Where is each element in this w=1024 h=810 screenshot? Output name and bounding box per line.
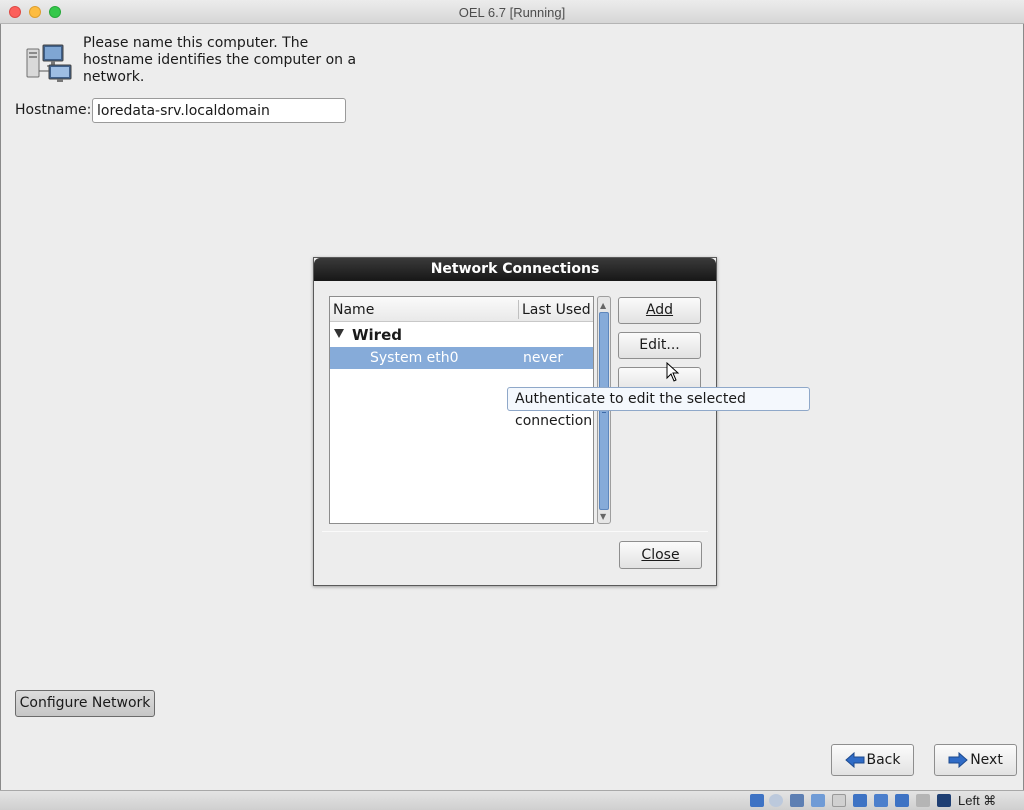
connection-name: System eth0 [370,350,459,366]
shared-folders-icon[interactable] [853,794,867,807]
window-title-bar: OEL 6.7 [Running] [0,0,1024,24]
usb-icon[interactable] [832,794,846,807]
add-button[interactable]: Add [618,297,701,324]
group-row-wired[interactable]: Wired [330,324,593,346]
display-icon[interactable] [874,794,888,807]
optical-drive-icon[interactable] [769,794,783,807]
connection-last-used: never [523,350,564,366]
close-button[interactable]: Close [619,541,702,569]
back-button[interactable]: Back [831,744,914,776]
hostname-input[interactable] [92,98,346,123]
configure-network-button[interactable]: Configure Network [15,690,155,717]
vm-status-bar: Left ⌘ [0,790,1024,810]
scroll-up-arrow-icon[interactable]: ▲ [600,301,606,310]
edit-button-label: Edit... [639,337,680,353]
next-arrow-icon [948,752,968,768]
next-button[interactable]: Next [934,744,1017,776]
window-title: OEL 6.7 [Running] [458,5,566,20]
back-button-label: Back [866,752,901,768]
guest-screen: Please name this computer. The hostname … [0,24,1024,790]
mouse-integration-icon[interactable] [937,794,951,807]
close-button-label: Close [641,547,680,563]
network-icon[interactable] [811,794,825,807]
back-arrow-icon [844,752,864,768]
dialog-title: Network Connections [314,258,716,281]
scrollbar-thumb[interactable] [599,312,609,510]
column-header-name[interactable]: Name [333,302,374,318]
connection-row-eth0[interactable]: System eth0 never [330,347,593,369]
host-key-label: Left ⌘ [958,793,997,808]
group-label: Wired [352,326,402,344]
column-header-last-used[interactable]: Last Used [522,302,591,318]
edit-button[interactable]: Edit... [618,332,701,359]
network-computers-icon [26,44,72,82]
configure-network-label: Configure Network [19,695,151,711]
list-header: Name Last Used [330,297,593,322]
add-button-label: Add [645,302,674,318]
dialog-separator [322,531,708,532]
mouse-pointer-icon [666,362,680,382]
column-separator [518,300,519,319]
expander-triangle-icon[interactable] [334,329,344,338]
hostname-label: Hostname: [15,102,92,118]
hostname-intro-text: Please name this computer. The hostname … [83,35,357,85]
audio-icon[interactable] [790,794,804,807]
video-capture-icon[interactable] [895,794,909,807]
next-button-label: Next [970,752,1003,768]
scroll-down-arrow-icon[interactable]: ▼ [600,512,606,521]
cpu-icon[interactable] [916,794,930,807]
hard-disk-icon[interactable] [750,794,764,807]
edit-tooltip: Authenticate to edit the selected connec… [507,387,810,429]
